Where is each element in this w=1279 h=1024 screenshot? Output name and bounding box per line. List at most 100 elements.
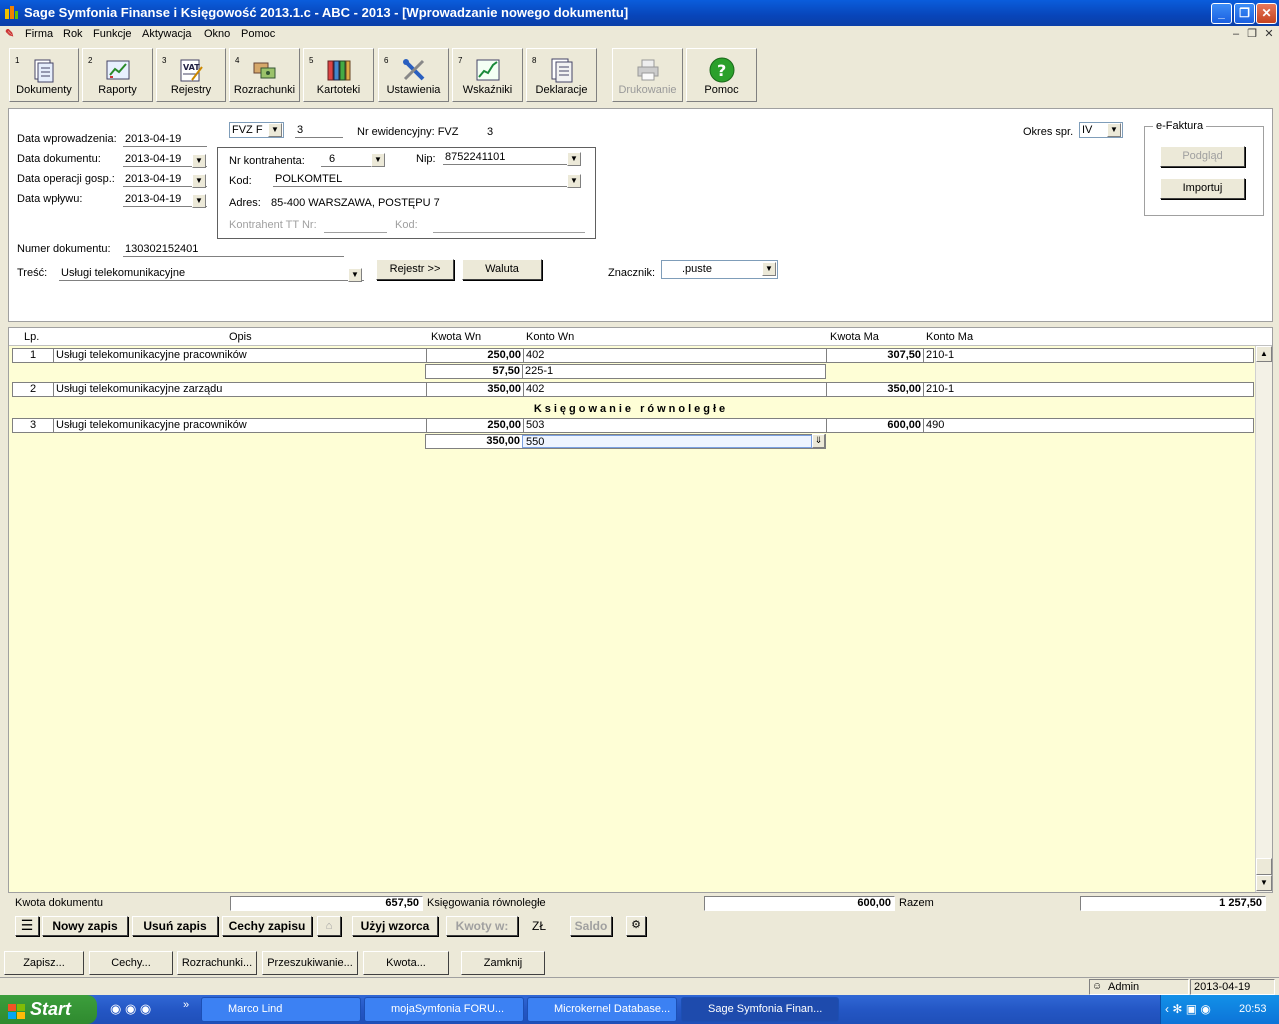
zapisz-button[interactable]: Zapisz... <box>4 951 84 975</box>
table-row[interactable]: 57,50 225-1 <box>425 364 826 379</box>
chevron-down-icon[interactable]: ▼ <box>192 194 206 208</box>
przeszukiwanie-button[interactable]: Przeszukiwanie... <box>262 951 358 975</box>
menu-lines-icon[interactable]: ☰ <box>15 916 39 936</box>
cell-konto-wn[interactable]: 402 <box>526 383 826 396</box>
saldo-button[interactable]: Saldo <box>570 916 612 936</box>
quick-launch-icons[interactable]: ◉ ◉ ◉ <box>110 1001 151 1017</box>
mdi-restore-button[interactable]: ❐ <box>1245 28 1259 42</box>
menu-funkcje[interactable]: Funkcje <box>93 28 132 40</box>
nowy-zapis-button[interactable]: Nowy zapis <box>42 916 128 936</box>
waluta-button[interactable]: Waluta <box>462 259 542 280</box>
toolbar-pomoc[interactable]: ? Pomoc <box>686 48 757 102</box>
podglad-button[interactable]: Podgląd <box>1160 146 1245 167</box>
chevron-down-icon[interactable]: ▼ <box>371 153 385 167</box>
zamknij-button[interactable]: Zamknij <box>461 951 545 975</box>
konto-wn-edit-input[interactable]: 550 <box>522 435 812 448</box>
toolbar-deklaracje[interactable]: 8 Deklaracje <box>526 48 597 102</box>
scroll-down-button[interactable]: ▼ <box>1256 875 1272 891</box>
kwoty-w-button[interactable]: Kwoty w: <box>446 916 518 936</box>
toolbar-wskazniki[interactable]: 7 Wskaźniki <box>452 48 523 102</box>
mdi-minimize-button[interactable]: – <box>1229 28 1243 42</box>
cell-kwota-ma[interactable]: 307,50 <box>827 349 923 362</box>
settings-gear-icon[interactable]: ⚙ <box>626 916 646 936</box>
cechy-button[interactable]: Cechy... <box>89 951 173 975</box>
nip-field[interactable]: 8752241101 <box>443 151 581 165</box>
kontrahent-kod-field[interactable] <box>433 219 585 233</box>
cell-konto-wn[interactable]: 225-1 <box>525 365 815 378</box>
task-microkernel[interactable]: Microkernel Database... <box>527 997 677 1022</box>
cell-konto-ma[interactable]: 490 <box>926 419 1246 432</box>
scroll-up-button[interactable]: ▲ <box>1256 346 1272 362</box>
menu-firma[interactable]: Firma <box>25 28 53 40</box>
cell-kwota-wn[interactable]: 350,00 <box>427 383 523 396</box>
mdi-close-button[interactable]: ✕ <box>1262 28 1276 42</box>
numer-dokumentu-field[interactable]: 130302152401 <box>123 243 344 257</box>
cell-opis[interactable]: Usługi telekomunikacyjne pracowników <box>56 419 426 432</box>
chevron-down-icon[interactable]: ▼ <box>567 174 581 188</box>
data-wprowadzenia-field[interactable]: 2013-04-19 <box>123 133 207 147</box>
menu-pomoc[interactable]: Pomoc <box>241 28 275 40</box>
chevron-down-icon[interactable]: ▼ <box>192 154 206 168</box>
toolbar-raporty[interactable]: 2 Raporty <box>82 48 153 102</box>
rozrachunki-button[interactable]: Rozrachunki... <box>177 951 257 975</box>
kontrahent-tt-field[interactable] <box>324 219 387 233</box>
document-number-field[interactable]: 3 <box>295 124 343 138</box>
chevron-down-icon[interactable]: ▼ <box>268 123 282 137</box>
toolbar-dokumenty[interactable]: 1 Dokumenty <box>9 48 79 102</box>
toolbar-rozrachunki[interactable]: 4 Rozrachunki <box>229 48 300 102</box>
chevron-down-icon[interactable]: ▼ <box>192 174 206 188</box>
nr-kontrahenta-label: Nr kontrahenta: <box>229 155 305 167</box>
kwota-button[interactable]: Kwota... <box>363 951 449 975</box>
menu-aktywacja[interactable]: Aktywacja <box>142 28 192 40</box>
task-sage-symfonia[interactable]: Sage Symfonia Finan... <box>681 997 839 1022</box>
lock-icon[interactable]: ⌂ <box>317 916 341 936</box>
toolbar-drukowanie[interactable]: Drukowanie <box>612 48 683 102</box>
cell-kwota-wn[interactable]: 57,50 <box>426 365 522 378</box>
quick-launch-more-icon[interactable]: » <box>183 999 189 1011</box>
importuj-button[interactable]: Importuj <box>1160 178 1245 199</box>
menu-okno[interactable]: Okno <box>204 28 230 40</box>
tresc-field[interactable]: Usługi telekomunikacyjne <box>59 267 364 281</box>
table-row[interactable]: 3 Usługi telekomunikacyjne pracowników 2… <box>12 418 1254 433</box>
menu-rok[interactable]: Rok <box>63 28 83 40</box>
cell-konto-ma[interactable]: 210-1 <box>926 383 1246 396</box>
cell-kwota-wn[interactable]: 250,00 <box>427 349 523 362</box>
restore-button[interactable]: ❐ <box>1234 3 1255 24</box>
start-button[interactable]: Start <box>0 995 97 1024</box>
minimize-button[interactable]: _ <box>1211 3 1232 24</box>
cell-kwota-wn[interactable]: 350,00 <box>426 435 522 448</box>
task-marco-lind[interactable]: Marco Lind <box>201 997 361 1022</box>
toolbar-rejestry[interactable]: 3 VAT Rejestry <box>156 48 226 102</box>
close-button[interactable]: ✕ <box>1256 3 1277 24</box>
mdi-icon[interactable]: ✎ <box>5 27 14 40</box>
chevron-down-icon[interactable]: ▼ <box>762 262 776 276</box>
znacznik-select[interactable]: .puste <box>661 260 778 279</box>
cell-opis[interactable]: Usługi telekomunikacyjne pracowników <box>56 349 426 362</box>
uzyj-wzorca-button[interactable]: Użyj wzorca <box>352 916 438 936</box>
chevron-down-icon[interactable]: ▼ <box>567 152 581 166</box>
cechy-zapisu-button[interactable]: Cechy zapisu <box>222 916 312 936</box>
chevron-down-icon[interactable]: ▼ <box>1107 123 1121 137</box>
tray-icons[interactable]: ‹ ✻ ▣ ◉ <box>1165 1002 1211 1016</box>
table-row[interactable]: 1 Usługi telekomunikacyjne pracowników 2… <box>12 348 1254 363</box>
cell-konto-wn[interactable]: 503 <box>526 419 826 432</box>
cell-konto-wn[interactable]: 402 <box>526 349 826 362</box>
cell-kwota-wn[interactable]: 250,00 <box>427 419 523 432</box>
toolbar-ustawienia[interactable]: 6 Ustawienia <box>378 48 449 102</box>
account-lookup-icon[interactable]: ⇓ <box>812 434 825 448</box>
cell-kwota-ma[interactable]: 600,00 <box>827 419 923 432</box>
scroll-thumb[interactable] <box>1256 858 1272 875</box>
toolbar-kartoteki[interactable]: 5 Kartoteki <box>303 48 374 102</box>
usun-zapis-button[interactable]: Usuń zapis <box>132 916 218 936</box>
rejestr-button[interactable]: Rejestr >> <box>376 259 454 280</box>
task-mojasymfonia[interactable]: mojaSymfonia FORU... <box>364 997 524 1022</box>
table-row[interactable]: 350,00 550 ⇓ <box>425 434 826 449</box>
kod-field[interactable]: POLKOMTEL <box>273 173 581 187</box>
cell-kwota-ma[interactable]: 350,00 <box>827 383 923 396</box>
chevron-down-icon[interactable]: ▼ <box>348 268 362 282</box>
title-bar[interactable]: Sage Symfonia Finanse i Księgowość 2013.… <box>0 0 1279 26</box>
cell-opis[interactable]: Usługi telekomunikacyjne zarządu <box>56 383 426 396</box>
cell-konto-ma[interactable]: 210-1 <box>926 349 1246 362</box>
vertical-scrollbar[interactable]: ▲ ▼ <box>1255 346 1272 892</box>
table-row[interactable]: 2 Usługi telekomunikacyjne zarządu 350,0… <box>12 382 1254 397</box>
